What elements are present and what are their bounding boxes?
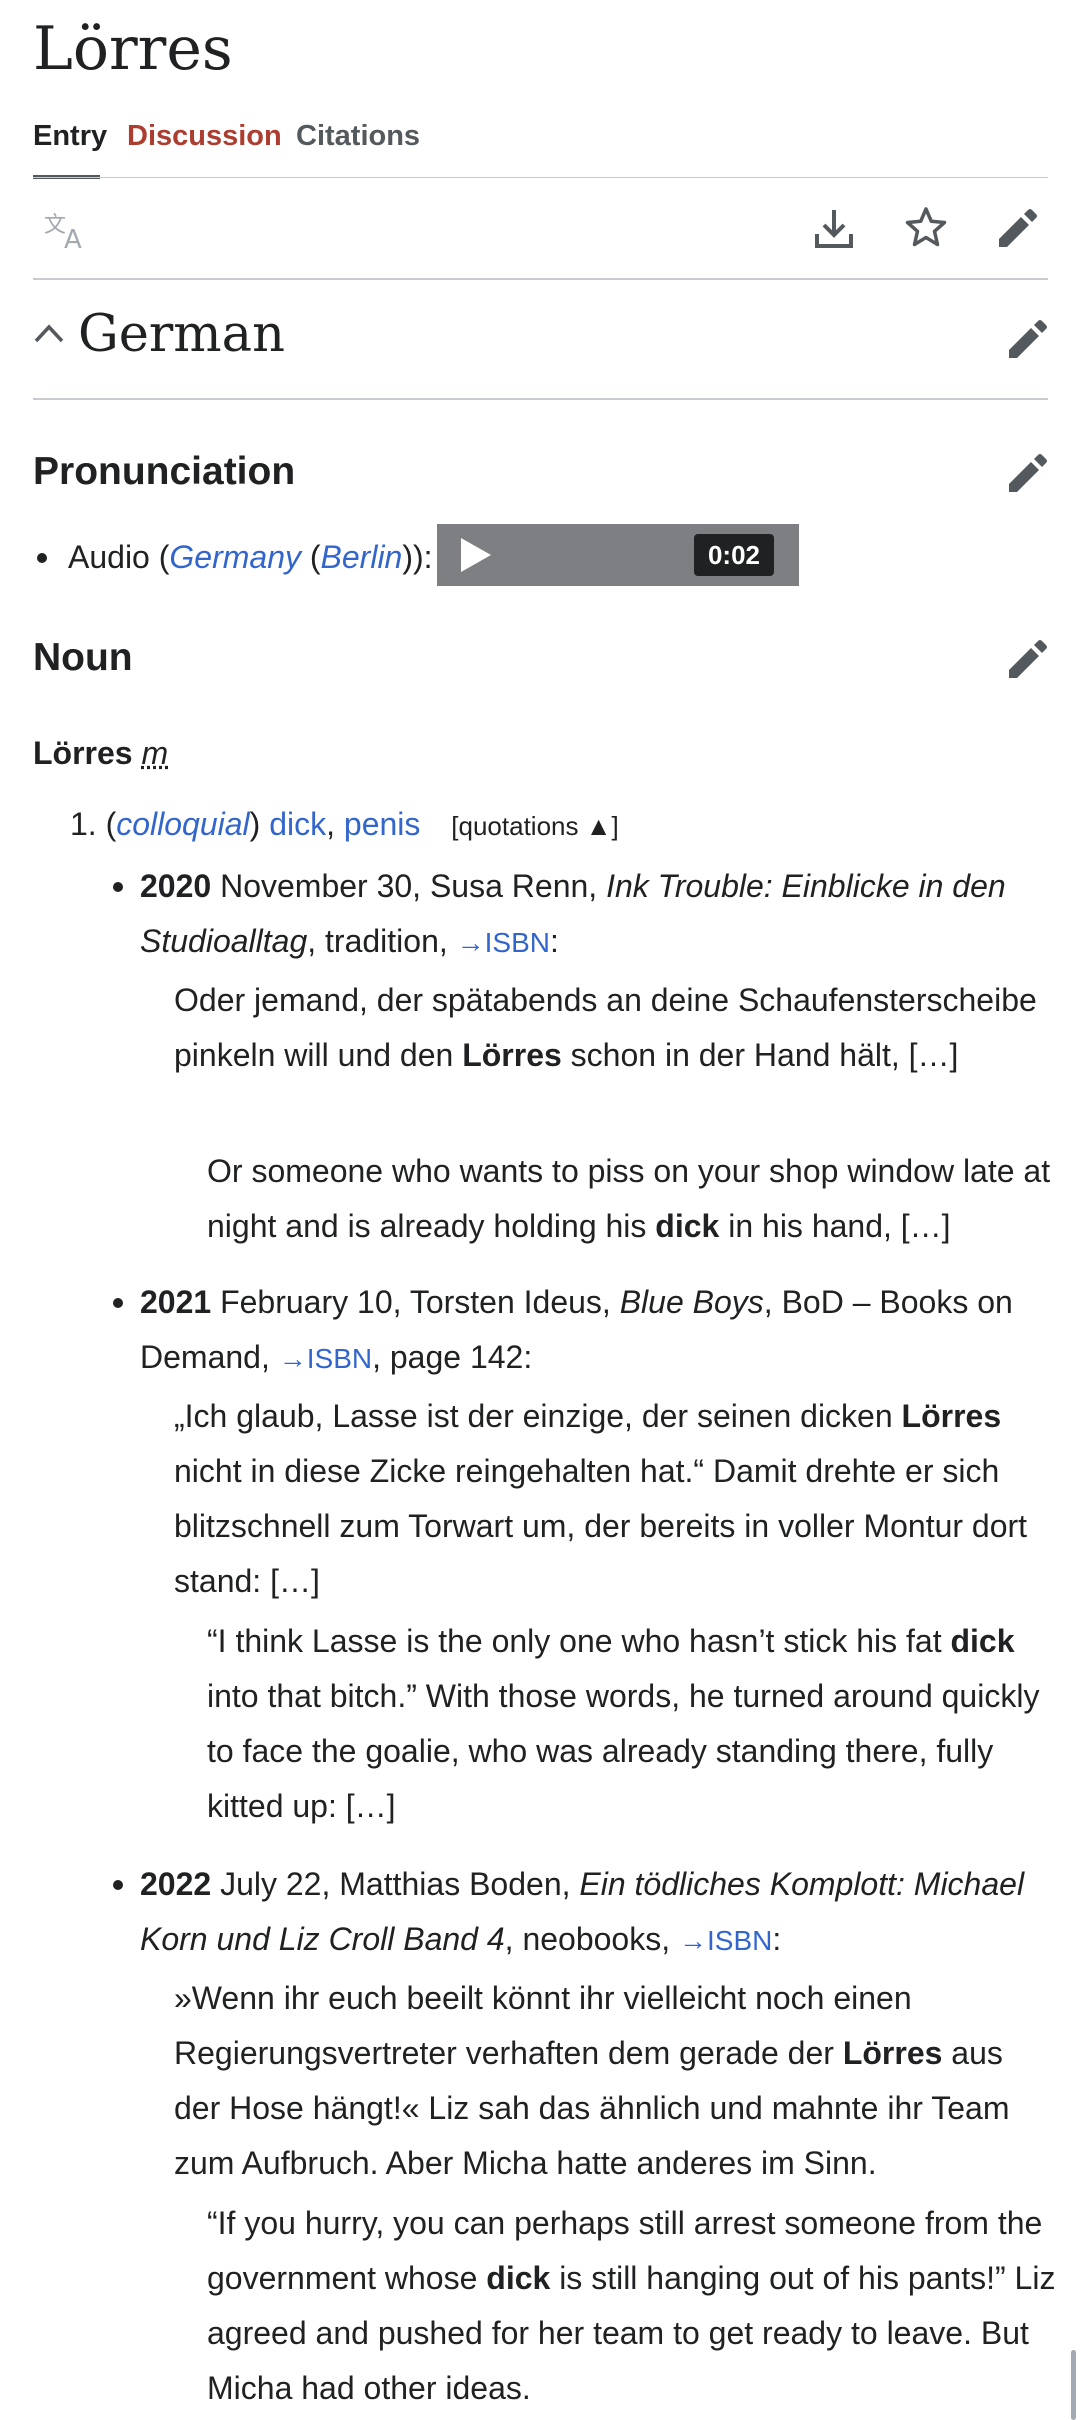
- audio-bullet: [37, 553, 47, 563]
- citation-after: , page 142:: [372, 1339, 533, 1375]
- edit-icon[interactable]: [997, 209, 1037, 249]
- gloss-dick-link[interactable]: dick: [269, 806, 326, 842]
- noun-heading: Noun: [33, 636, 133, 679]
- edit-pronunciation-icon[interactable]: [1007, 454, 1047, 494]
- pronunciation-heading: Pronunciation: [33, 450, 296, 493]
- gloss-penis-link[interactable]: penis: [344, 806, 421, 842]
- citation-year: 2020: [140, 868, 212, 904]
- headword-line: Lörres m: [33, 733, 168, 773]
- citation-year: 2022: [140, 1866, 212, 1902]
- tab-citations[interactable]: Citations: [296, 120, 420, 153]
- quotations-toggle[interactable]: [quotations ▲]: [451, 811, 618, 841]
- citation-translation: Or someone who wants to piss on your sho…: [207, 1153, 1051, 1244]
- isbn-link[interactable]: →ISBN: [679, 1925, 772, 1956]
- page-title: Lörres: [33, 14, 233, 84]
- citation-quote: Oder jemand, der spätabends an deine Sch…: [174, 982, 1037, 1073]
- download-icon[interactable]: [814, 208, 854, 250]
- language-heading[interactable]: German: [78, 305, 285, 364]
- audio-prefix: Audio (: [68, 539, 170, 575]
- language-divider: [33, 398, 1048, 400]
- svg-text:A: A: [64, 225, 82, 250]
- chevron-up-icon[interactable]: [33, 322, 65, 344]
- edit-noun-icon[interactable]: [1007, 640, 1047, 680]
- tab-discussion[interactable]: Discussion: [127, 120, 282, 153]
- citation-translation: “I think Lasse is the only one who hasn’…: [207, 1623, 1040, 1824]
- citation-publisher: , neobooks,: [504, 1921, 671, 1957]
- scrollbar[interactable]: [1071, 2350, 1076, 2420]
- citation-bullet: [113, 1298, 123, 1308]
- headword: Lörres: [33, 735, 133, 771]
- citation-translation: “If you hurry, you can perhaps still arr…: [207, 2205, 1056, 2406]
- citation-quote: „Ich glaub, Lasse ist der einzige, der s…: [174, 1398, 1028, 1599]
- audio-duration: 0:02: [694, 534, 774, 576]
- citation-date-author: February 10, Torsten Ideus,: [220, 1284, 611, 1320]
- citation-source: 2022 July 22, Matthias Boden, Ein tödlic…: [140, 1857, 1050, 1968]
- citation-title: Blue Boys: [619, 1284, 764, 1320]
- svg-text:文: 文: [44, 213, 66, 238]
- citation-year: 2021: [140, 1284, 212, 1320]
- citation-after: :: [772, 1921, 782, 1957]
- tabs-divider: [33, 177, 1048, 178]
- audio-city-link[interactable]: Berlin: [321, 539, 403, 575]
- isbn-link[interactable]: →ISBN: [279, 1343, 372, 1374]
- label-colloquial-link[interactable]: colloquial: [116, 806, 249, 842]
- sense-number: 1.: [70, 806, 97, 842]
- citation-after: :: [550, 923, 559, 959]
- citation-bullet: [113, 1880, 123, 1890]
- star-icon[interactable]: [905, 206, 947, 248]
- citation-bullet: [113, 882, 123, 892]
- translate-icon[interactable]: 文 A: [44, 210, 90, 250]
- play-icon[interactable]: [459, 536, 493, 574]
- isbn-link[interactable]: →ISBN: [457, 927, 550, 958]
- tab-entry[interactable]: Entry: [33, 120, 107, 153]
- audio-player[interactable]: 0:02: [437, 524, 799, 586]
- citation-date-author: July 22, Matthias Boden,: [220, 1866, 571, 1902]
- citation-quote: »Wenn ihr euch beeilt könnt ihr vielleic…: [174, 1980, 1010, 2181]
- citation-date-author: November 30, Susa Renn,: [220, 868, 598, 904]
- citation-source: 2020 November 30, Susa Renn, Ink Trouble…: [140, 859, 1050, 970]
- edit-language-icon[interactable]: [1007, 320, 1047, 360]
- citation-source: 2021 February 10, Torsten Ideus, Blue Bo…: [140, 1275, 1050, 1386]
- audio-place-link[interactable]: Germany: [169, 539, 301, 575]
- citation-publisher: , tradition,: [307, 923, 448, 959]
- gender-abbr: m: [141, 735, 169, 771]
- toolbar-divider: [33, 278, 1048, 280]
- audio-label: Audio (Germany (Berlin)):: [68, 539, 433, 575]
- audio-suffix: )):: [402, 539, 433, 575]
- sense-line: 1. (colloquial) dick, penis [quotations …: [70, 806, 619, 842]
